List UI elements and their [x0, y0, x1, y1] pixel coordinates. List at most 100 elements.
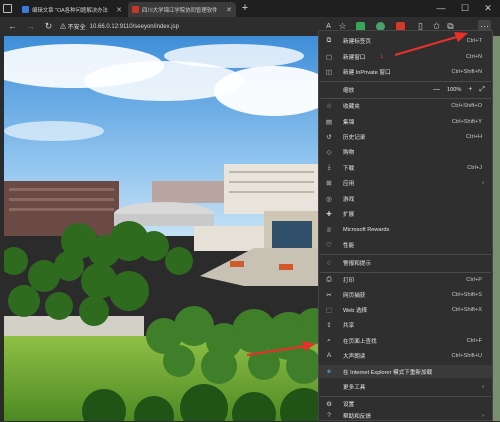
- menu-item-label: 更多工具: [343, 384, 366, 391]
- menu-item-microsoft-rewards[interactable]: ♕ Microsoft Rewards: [319, 223, 492, 236]
- refresh-icon[interactable]: ↻: [42, 20, 55, 33]
- close-tab-icon[interactable]: ✕: [222, 6, 232, 14]
- menu-item-label: 网页捕获: [343, 292, 366, 299]
- menu-separator: [320, 81, 491, 82]
- web-select-icon: ⬚: [325, 306, 333, 314]
- menu-item-read-aloud[interactable]: A 大声朗读 Ctrl+Shift+U: [319, 349, 492, 362]
- menu-item-label: 扩展: [343, 211, 355, 218]
- favorites-icon: ☆: [326, 102, 332, 110]
- menu-item-web-capture[interactable]: ✂ 网页捕获 Ctrl+Shift+S: [319, 288, 492, 301]
- menu-item-new-inprivate-window[interactable]: ◫ 新建 InPrivate 窗口 Ctrl+Shift+N: [319, 65, 492, 78]
- read-aloud-icon: A: [326, 352, 332, 359]
- forward-icon[interactable]: →: [24, 20, 37, 33]
- menu-item-label: 帮助和反馈: [343, 413, 371, 420]
- menu-item-label: 设置: [343, 401, 355, 408]
- new-tab-button[interactable]: +: [238, 2, 252, 15]
- not-secure-label: ⚠ 不安全: [60, 25, 86, 31]
- menu-item-label: 游戏: [343, 196, 355, 203]
- apps-icon: ⊞: [326, 179, 332, 187]
- menu-item-share[interactable]: ⇪ 共享: [319, 318, 492, 331]
- page-favicon-icon: [22, 6, 29, 13]
- menu-item-history[interactable]: ↺ 历史记录 Ctrl+H: [319, 130, 492, 143]
- menu-item-zoom: 缩放 — 100% + ⤢: [319, 83, 492, 96]
- menu-item-print[interactable]: ⎙ 打印 Ctrl+P: [319, 273, 492, 286]
- alerts-icon: ♢: [326, 259, 332, 267]
- menu-item-games[interactable]: ◎ 游戏: [319, 192, 492, 205]
- menu-item-label: 在页面上查找: [343, 338, 377, 345]
- menu-item-performance[interactable]: ♡ 性能: [319, 238, 492, 251]
- menu-item-shortcut: Ctrl+J: [467, 164, 482, 171]
- inprivate-icon: ◫: [325, 68, 333, 76]
- menu-item-label: 大声朗读: [343, 353, 366, 360]
- menu-item-shortcut: Ctrl+Shift+Y: [451, 118, 482, 125]
- menu-item-reload-in-ie-mode[interactable]: e 在 Internet Explorer 模式下重新加载: [319, 365, 492, 378]
- tab-label: 四川大学锦江学院协同管理软件: [142, 7, 218, 14]
- menu-item-label: 新建 InPrivate 窗口: [343, 69, 391, 76]
- menu-item-apps[interactable]: ⊞ 应用 ›: [319, 176, 492, 189]
- menu-item-alerts-and-tips[interactable]: ♢ 警报和提示: [319, 256, 492, 269]
- tab-oa-article[interactable]: 编辑文章 "OA各种问题解决办法 ✕: [18, 2, 126, 17]
- menu-item-shortcut: Ctrl+Shift+O: [451, 102, 482, 109]
- menu-item-shortcut: Ctrl+Shift+S: [451, 291, 482, 298]
- share-icon: ⇪: [326, 321, 332, 329]
- annotation-arrow-top: [394, 32, 468, 57]
- chevron-right-icon: ›: [482, 179, 484, 186]
- menu-item-label: 应用: [343, 180, 355, 187]
- minimize-button[interactable]: —: [430, 0, 452, 17]
- address-bar[interactable]: ⚠ 不安全 10.66.0.12:9110/seeyon/index.jsp: [60, 20, 320, 33]
- new-window-icon: ▢: [325, 53, 333, 61]
- find-icon: ⌕: [327, 336, 331, 344]
- url-text: 10.66.0.12:9110/seeyon/index.jsp: [89, 23, 179, 30]
- menu-item-shortcut: Ctrl+H: [465, 133, 482, 140]
- download-icon: ⤓: [327, 163, 331, 171]
- menu-item-collections[interactable]: ▤ 集锦 Ctrl+Shift+Y: [319, 115, 492, 128]
- zoom-out-button[interactable]: —: [433, 86, 440, 93]
- back-icon[interactable]: ←: [6, 20, 19, 33]
- annotation-step-number: 1.: [380, 54, 386, 60]
- menu-item-label: 警报和提示: [343, 260, 371, 267]
- menu-item-label: 购物: [343, 149, 355, 156]
- menu-item-extensions[interactable]: ✚ 扩展: [319, 207, 492, 220]
- gear-icon: ⚙: [326, 400, 332, 408]
- zoom-in-button[interactable]: +: [468, 86, 472, 93]
- games-icon: ◎: [326, 195, 332, 203]
- annotation-arrow-ie-mode: [246, 341, 316, 357]
- maximize-button[interactable]: ☐: [454, 0, 476, 17]
- tab-actions-icon[interactable]: [3, 4, 12, 13]
- menu-item-shortcut: Ctrl+Shift+N: [451, 68, 482, 75]
- chevron-right-icon: ›: [482, 383, 484, 390]
- internet-explorer-icon: e: [327, 368, 331, 375]
- full-screen-icon[interactable]: ⤢: [479, 86, 485, 94]
- menu-item-find-on-page[interactable]: ⌕ 在页面上查找 Ctrl+F: [319, 334, 492, 347]
- tab-seeyon[interactable]: 四川大学锦江学院协同管理软件 ✕: [128, 2, 236, 17]
- menu-item-help-and-feedback[interactable]: ? 帮助和反馈 ›: [319, 409, 492, 422]
- menu-item-label: 集锦: [343, 119, 355, 126]
- performance-icon: ♡: [326, 241, 332, 249]
- help-icon: ?: [327, 412, 331, 419]
- menu-item-label: 性能: [343, 242, 355, 249]
- menu-item-shortcut: Ctrl+Shift+X: [451, 306, 482, 313]
- campus-photo: [4, 36, 320, 421]
- menu-item-downloads[interactable]: ⤓ 下载 Ctrl+J: [319, 161, 492, 174]
- settings-menu: ⧉ 新建标签页 Ctrl+T ▢ 新建窗口 Ctrl+N ◫ 新建 InPriv…: [318, 30, 493, 421]
- menu-item-shortcut: Ctrl+Shift+U: [451, 352, 482, 359]
- tab-label: 编辑文章 "OA各种问题解决办法: [32, 7, 108, 14]
- menu-item-shortcut: Ctrl+P: [466, 276, 482, 283]
- menu-item-more-tools[interactable]: 更多工具 ›: [319, 380, 492, 393]
- extensions-icon: ✚: [326, 210, 332, 218]
- menu-separator: [320, 254, 491, 255]
- history-icon: ↺: [326, 133, 332, 141]
- close-window-button[interactable]: ✕: [477, 0, 499, 17]
- menu-item-favorites[interactable]: ☆ 收藏夹 Ctrl+Shift+O: [319, 99, 492, 112]
- close-tab-icon[interactable]: ✕: [112, 6, 122, 14]
- menu-item-shopping[interactable]: ◇ 购物: [319, 145, 492, 158]
- menu-item-shortcut: Ctrl+F: [466, 337, 482, 344]
- menu-item-label: 打印: [343, 277, 355, 284]
- menu-item-label: 共享: [343, 322, 355, 329]
- menu-item-label: Web 选择: [343, 307, 368, 314]
- menu-item-web-select[interactable]: ⬚ Web 选择 Ctrl+Shift+X: [319, 303, 492, 316]
- print-icon: ⎙: [326, 275, 332, 283]
- tab-strip: 编辑文章 "OA各种问题解决办法 ✕ 四川大学锦江学院协同管理软件 ✕ + — …: [0, 0, 500, 17]
- zoom-level: 100%: [446, 86, 462, 93]
- menu-item-label: 缩放: [343, 87, 355, 94]
